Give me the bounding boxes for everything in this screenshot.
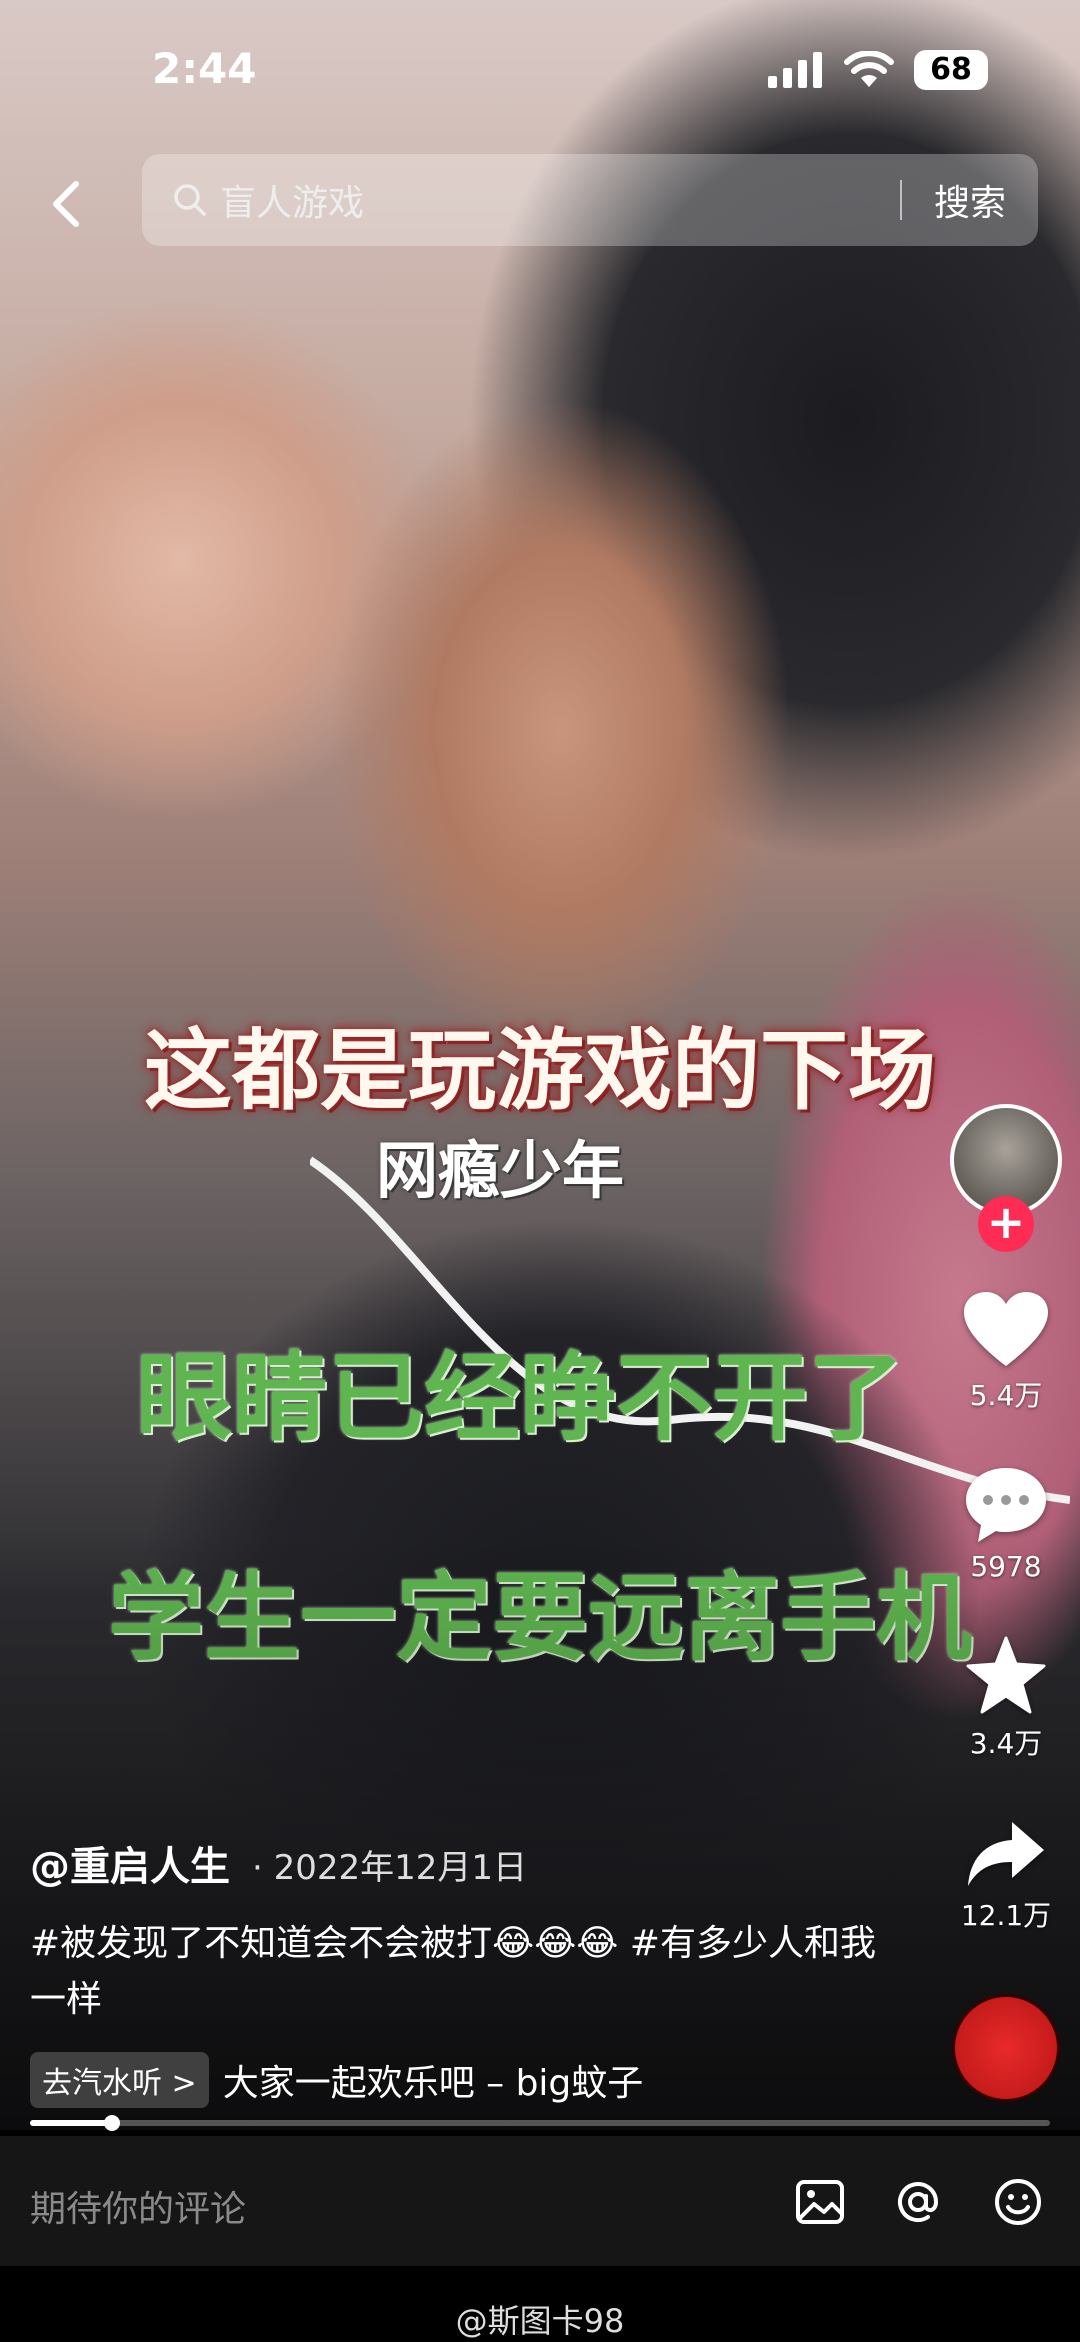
- status-time: 2:44: [152, 44, 257, 93]
- comment-button[interactable]: 5978: [950, 1464, 1062, 1583]
- share-count: 12.1万: [960, 1899, 1052, 1932]
- image-icon[interactable]: [794, 2176, 846, 2228]
- follow-button[interactable]: +: [978, 1196, 1034, 1252]
- video-progress[interactable]: [30, 2115, 1050, 2131]
- wifi-icon: [844, 51, 894, 87]
- caption-line-4: 学生一定要远离手机: [108, 1562, 972, 1674]
- mention-icon[interactable]: [892, 2176, 944, 2228]
- battery-level: 68: [914, 50, 988, 90]
- heart-icon: [964, 1292, 1048, 1366]
- progress-fill: [30, 2120, 112, 2126]
- star-icon: [966, 1636, 1046, 1714]
- music-row[interactable]: 去汽水听 > 大家一起欢乐吧 – big蚊子: [30, 2052, 643, 2108]
- back-icon[interactable]: [40, 176, 96, 232]
- signal-icon: [768, 52, 822, 88]
- caption-line-2: 网瘾少年: [375, 1134, 624, 1207]
- post-description: #被发现了不知道会不会被打😂😂😂 #有多少人和我一样: [30, 1923, 876, 2020]
- music-app-link[interactable]: 去汽水听 >: [30, 2052, 209, 2108]
- progress-knob[interactable]: [104, 2115, 120, 2131]
- comment-bar: 期待你的评论: [0, 2136, 1080, 2266]
- favorite-button[interactable]: 3.4万: [950, 1636, 1062, 1762]
- comment-input[interactable]: 期待你的评论: [30, 2180, 246, 2232]
- caption-line-3: 眼睛已经睁不开了: [136, 1342, 904, 1454]
- like-count: 5.4万: [969, 1379, 1043, 1412]
- share-button[interactable]: 12.1万: [950, 1820, 1062, 1934]
- emoji-icon[interactable]: [992, 2176, 1044, 2228]
- caption-line-1: 这都是玩游戏的下场: [143, 1019, 936, 1122]
- music-disc-icon[interactable]: [952, 1994, 1060, 2102]
- author-name[interactable]: @重启人生: [30, 1834, 230, 1892]
- like-button[interactable]: 5.4万: [950, 1292, 1062, 1414]
- status-icons: 68: [768, 50, 988, 90]
- favorite-count: 3.4万: [969, 1727, 1043, 1760]
- share-icon: [968, 1822, 1044, 1886]
- search-icon: [174, 184, 206, 216]
- watermark: @斯图卡98: [455, 2302, 625, 2340]
- search-bar[interactable]: 盲人游戏 搜索: [142, 154, 1038, 246]
- search-input[interactable]: 盲人游戏: [220, 174, 900, 226]
- comment-icon: [966, 1468, 1046, 1542]
- comment-count: 5978: [970, 1550, 1042, 1583]
- music-name[interactable]: 大家一起欢乐吧 – big蚊子: [223, 2054, 644, 2106]
- video-frame[interactable]: 这都是玩游戏的下场 网瘾少年 眼睛已经睁不开了 学生一定要远离手机: [0, 0, 1080, 2130]
- post-date: · 2022年12月1日: [252, 1848, 528, 1888]
- search-button[interactable]: 搜索: [902, 174, 1038, 226]
